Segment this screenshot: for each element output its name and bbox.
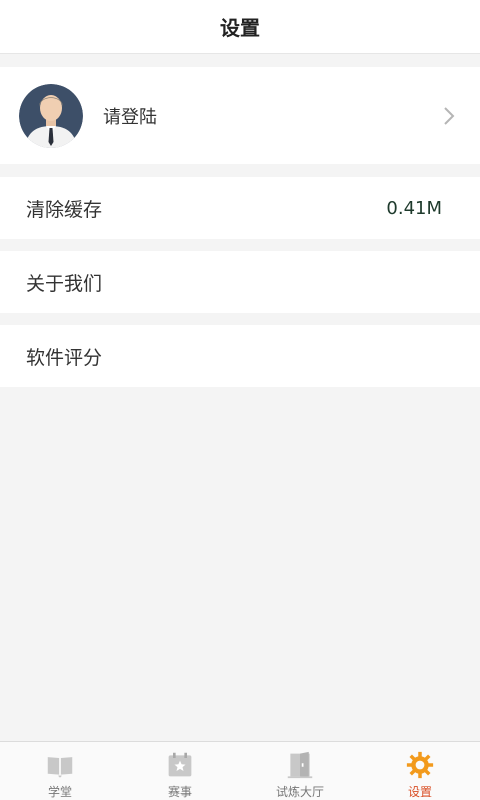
door-icon [287,751,313,779]
book-icon [47,757,73,778]
tab-settings[interactable]: 设置 [360,742,480,800]
about-us-label: 关于我们 [26,272,103,295]
header-bar: 设置 [0,0,480,54]
settings-screen: 设置 请登陆 清除缓存 0.41M 关于我们 软件评分 学堂 赛事 试炼大厅 设… [0,0,480,800]
tab-label: 赛事 [167,785,192,799]
clear-cache-row[interactable]: 清除缓存 0.41M [0,177,480,239]
calendar-star-icon [168,752,192,777]
tab-study[interactable]: 学堂 [0,742,120,800]
tab-label: 试炼大厅 [275,785,324,799]
cache-size-value: 0.41M [386,197,442,219]
tab-trial-hall[interactable]: 试炼大厅 [240,742,360,800]
chevron-right-icon [444,107,455,125]
gear-icon [406,751,434,779]
clear-cache-label: 清除缓存 [26,198,103,221]
page-title: 设置 [220,16,260,40]
tab-label: 设置 [407,785,432,799]
rate-app-label: 软件评分 [26,346,103,369]
profile-login-row[interactable]: 请登陆 [0,67,480,164]
about-us-row[interactable]: 关于我们 [0,251,480,313]
avatar [19,83,83,148]
tab-label: 学堂 [47,785,72,799]
bottom-tab-bar: 学堂 赛事 试炼大厅 设置 [0,741,480,800]
tab-events[interactable]: 赛事 [120,742,240,800]
login-prompt: 请登陆 [103,106,157,128]
rate-app-row[interactable]: 软件评分 [0,325,480,387]
